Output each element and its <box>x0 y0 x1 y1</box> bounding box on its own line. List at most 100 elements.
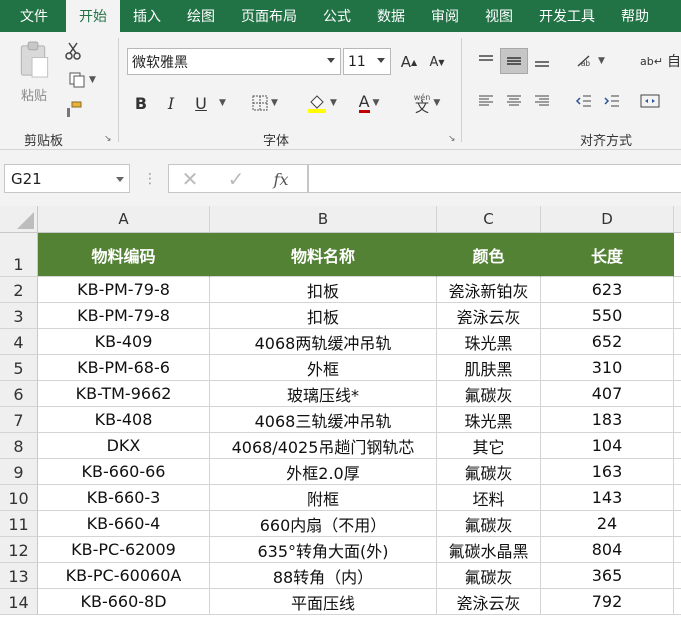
table-cell[interactable]: KB-PM-68-6 <box>38 355 210 381</box>
table-cell[interactable]: 外框2.0厚 <box>210 459 437 485</box>
table-cell[interactable]: 652 <box>541 329 674 355</box>
row-header[interactable]: 1 <box>0 233 38 277</box>
merge-center-icon[interactable] <box>640 88 681 114</box>
fill-color-button[interactable]: ▼ <box>302 92 342 114</box>
column-header-d[interactable]: D <box>541 206 674 233</box>
cancel-icon[interactable]: ✕ <box>179 167 201 191</box>
table-cell[interactable]: 坯料 <box>437 485 541 511</box>
middle-align-icon[interactable] <box>500 48 528 74</box>
table-cell[interactable] <box>674 459 681 485</box>
decrease-font-size-icon[interactable]: A ▼ <box>426 50 448 74</box>
table-cell[interactable]: DKX <box>38 433 210 459</box>
row-header[interactable]: 6 <box>0 381 38 407</box>
clipboard-launcher-icon[interactable]: ↘ <box>104 134 112 144</box>
row-header[interactable]: 7 <box>0 407 38 433</box>
table-cell[interactable] <box>674 537 681 563</box>
row-header[interactable]: 9 <box>0 459 38 485</box>
table-cell[interactable] <box>674 485 681 511</box>
table-cell[interactable]: KB-PM-79-8 <box>38 277 210 303</box>
table-cell[interactable]: 其它 <box>437 433 541 459</box>
table-cell[interactable] <box>674 355 681 381</box>
table-cell[interactable]: KB-660-66 <box>38 459 210 485</box>
tab-page-layout[interactable]: 页面布局 <box>228 0 310 32</box>
header-cell[interactable]: 颜色 <box>437 233 541 277</box>
tab-draw[interactable]: 绘图 <box>174 0 228 32</box>
table-cell[interactable] <box>674 589 681 615</box>
font-launcher-icon[interactable]: ↘ <box>448 134 456 144</box>
table-cell[interactable] <box>674 511 681 537</box>
row-header[interactable]: 13 <box>0 563 38 589</box>
table-cell[interactable]: 扣板 <box>210 277 437 303</box>
increase-indent-icon[interactable] <box>598 88 626 114</box>
table-cell[interactable]: 310 <box>541 355 674 381</box>
tab-home[interactable]: 开始 <box>66 0 120 32</box>
table-cell[interactable]: 氟碳水晶黑 <box>437 537 541 563</box>
name-box[interactable]: G21 <box>4 164 130 193</box>
more-options-icon[interactable]: ⋮ <box>143 168 157 190</box>
column-header-e[interactable] <box>674 206 681 233</box>
table-cell[interactable]: 4068/4025吊趟门钢轨芯 <box>210 433 437 459</box>
table-cell[interactable]: KB-660-3 <box>38 485 210 511</box>
column-header-a[interactable]: A <box>38 206 210 233</box>
table-cell[interactable] <box>674 433 681 459</box>
table-cell[interactable]: 珠光黑 <box>437 407 541 433</box>
font-name-select[interactable]: 微软雅黑 <box>127 48 341 75</box>
align-center-icon[interactable] <box>500 88 528 114</box>
table-cell[interactable]: 氟碳灰 <box>437 381 541 407</box>
table-cell[interactable]: KB-660-4 <box>38 511 210 537</box>
formula-input[interactable] <box>308 164 681 193</box>
wrap-text-button[interactable]: ab↵ 自 <box>640 49 681 73</box>
row-header[interactable]: 5 <box>0 355 38 381</box>
bold-button[interactable]: B <box>130 92 152 114</box>
table-cell[interactable]: 88转角（内） <box>210 563 437 589</box>
tab-file[interactable]: 文件 <box>0 0 66 32</box>
table-cell[interactable]: 183 <box>541 407 674 433</box>
table-cell[interactable]: 623 <box>541 277 674 303</box>
table-cell[interactable]: KB-TM-9662 <box>38 381 210 407</box>
table-cell[interactable] <box>674 407 681 433</box>
row-header[interactable]: 14 <box>0 589 38 615</box>
table-cell[interactable]: 玻璃压线* <box>210 381 437 407</box>
table-cell[interactable] <box>674 233 681 277</box>
table-cell[interactable]: 外框 <box>210 355 437 381</box>
table-cell[interactable]: 4068两轨缓冲吊轨 <box>210 329 437 355</box>
row-header[interactable]: 11 <box>0 511 38 537</box>
table-cell[interactable]: 660内扇（不用） <box>210 511 437 537</box>
table-cell[interactable]: KB-PM-79-8 <box>38 303 210 329</box>
header-cell[interactable]: 长度 <box>541 233 674 277</box>
row-header[interactable]: 4 <box>0 329 38 355</box>
top-align-icon[interactable] <box>472 48 500 74</box>
enter-icon[interactable]: ✓ <box>225 167 247 191</box>
table-cell[interactable]: 珠光黑 <box>437 329 541 355</box>
table-cell[interactable]: KB-409 <box>38 329 210 355</box>
table-cell[interactable]: 804 <box>541 537 674 563</box>
table-cell[interactable]: 附框 <box>210 485 437 511</box>
align-right-icon[interactable] <box>528 88 556 114</box>
decrease-indent-icon[interactable] <box>570 88 598 114</box>
tab-data[interactable]: 数据 <box>364 0 418 32</box>
table-cell[interactable] <box>674 381 681 407</box>
tab-help[interactable]: 帮助 <box>608 0 662 32</box>
table-cell[interactable]: 氟碳灰 <box>437 511 541 537</box>
table-cell[interactable]: 平面压线 <box>210 589 437 615</box>
table-cell[interactable]: 550 <box>541 303 674 329</box>
table-cell[interactable]: 4068三轨缓冲吊轨 <box>210 407 437 433</box>
font-color-button[interactable]: A ▼ <box>352 92 386 114</box>
table-cell[interactable]: 氟碳灰 <box>437 563 541 589</box>
bottom-align-icon[interactable] <box>528 48 556 74</box>
row-header[interactable]: 2 <box>0 277 38 303</box>
phonetic-button[interactable]: wén 文 ▼ <box>404 92 450 115</box>
underline-dropdown[interactable]: ▼ <box>214 92 228 114</box>
table-cell[interactable]: 瓷泳新铂灰 <box>437 277 541 303</box>
table-cell[interactable] <box>674 303 681 329</box>
row-header[interactable]: 10 <box>0 485 38 511</box>
table-cell[interactable]: 792 <box>541 589 674 615</box>
font-size-select[interactable]: 11 <box>343 48 391 75</box>
table-cell[interactable]: 635°转角大面(外) <box>210 537 437 563</box>
cut-icon[interactable] <box>62 40 84 62</box>
borders-button[interactable]: ▼ <box>246 92 284 114</box>
align-left-icon[interactable] <box>472 88 500 114</box>
select-all-corner[interactable] <box>0 206 38 233</box>
tab-view[interactable]: 视图 <box>472 0 526 32</box>
copy-button[interactable]: ▼ <box>62 69 102 91</box>
